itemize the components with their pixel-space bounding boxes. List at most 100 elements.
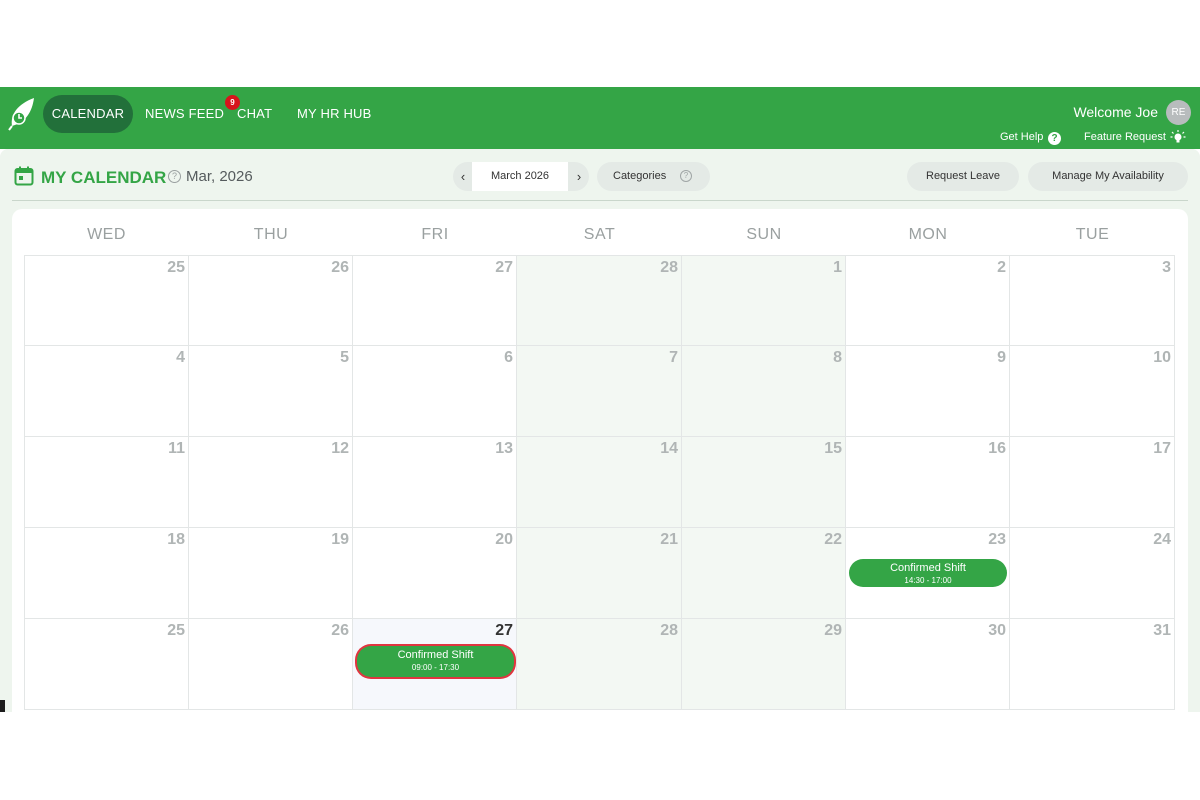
shift-event[interactable]: Confirmed Shift 14:30 - 17:00 [849,559,1007,587]
calendar-day-cell[interactable]: 25 [24,255,189,346]
calendar-day-cell[interactable]: 12 [189,437,353,528]
day-number: 18 [167,531,185,548]
divider [12,200,1188,201]
day-number: 8 [833,349,842,366]
calendar-day-cell[interactable]: 11 [24,437,189,528]
calendar-day-cell[interactable]: 7 [517,346,682,437]
day-number: 22 [824,531,842,548]
day-number: 25 [167,622,185,639]
month-selector[interactable]: March 2026 [472,162,568,191]
day-number: 3 [1162,259,1171,276]
page-title: MY CALENDAR [41,168,167,187]
day-number: 28 [660,622,678,639]
day-number: 15 [824,440,842,457]
calendar-day-cell[interactable]: 22 [682,528,846,619]
calendar-day-cell[interactable]: 8 [682,346,846,437]
prev-month-button[interactable]: ‹ [454,162,472,191]
day-number: 11 [168,440,185,457]
lightbulb-icon[interactable] [1170,129,1186,145]
day-number: 20 [495,531,513,548]
day-number: 13 [495,440,513,457]
edge-strip [0,700,5,712]
nav-news-feed[interactable]: NEWS FEED [145,95,224,133]
month-navigator: ‹ March 2026 › [453,162,589,191]
calendar-day-cell[interactable]: 24 [1010,528,1175,619]
day-number: 9 [997,349,1006,366]
calendar-day-cell[interactable]: 18 [24,528,189,619]
nav-calendar[interactable]: CALENDAR [43,95,133,133]
day-number: 28 [660,259,678,276]
day-number: 2 [997,259,1006,276]
day-number: 26 [331,259,349,276]
calendar-day-cell[interactable]: 1 [682,255,846,346]
weekday-header: SUN [746,226,782,243]
calendar-day-cell[interactable]: 27 [353,255,517,346]
day-number: 29 [824,622,842,639]
calendar-day-cell[interactable]: 29 [682,619,846,710]
day-number: 27 [495,622,513,639]
request-leave-button[interactable]: Request Leave [907,162,1019,191]
calendar-day-cell[interactable]: 16 [846,437,1010,528]
shift-title: Confirmed Shift [890,562,966,574]
calendar-day-cell[interactable]: 9 [846,346,1010,437]
calendar-day-cell[interactable]: 13 [353,437,517,528]
day-number: 24 [1153,531,1171,548]
calendar-day-cell[interactable]: 23 Confirmed Shift 14:30 - 17:00 [846,528,1010,619]
day-number: 14 [660,440,678,457]
weekday-header: FRI [421,226,449,243]
calendar-day-cell[interactable]: 21 [517,528,682,619]
user-avatar[interactable]: RE [1166,100,1191,125]
calendar-day-cell[interactable]: 19 [189,528,353,619]
calendar-day-cell[interactable]: 4 [24,346,189,437]
nav-my-hr-hub[interactable]: MY HR HUB [297,95,372,133]
calendar-day-cell[interactable]: 15 [682,437,846,528]
calendar-day-cell[interactable]: 14 [517,437,682,528]
calendar-day-cell[interactable]: 20 [353,528,517,619]
shift-time: 09:00 - 17:30 [411,663,460,672]
calendar-day-cell[interactable]: 26 [189,255,353,346]
weekday-header: MON [908,226,948,243]
shift-title: Confirmed Shift [397,649,474,661]
calendar-day-cell[interactable]: 28 [517,255,682,346]
day-number: 23 [988,531,1006,548]
calendar-day-cell[interactable]: 30 [846,619,1010,710]
day-number: 4 [176,349,185,366]
categories-button[interactable]: Categories ? [597,162,710,191]
shift-event[interactable]: Confirmed Shift 09:00 - 17:30 [357,646,514,677]
day-number: 25 [167,259,185,276]
day-number: 19 [331,531,349,548]
calendar-day-cell[interactable]: 3 [1010,255,1175,346]
calendar-day-cell[interactable]: 25 [24,619,189,710]
current-month-label: Mar, 2026 [186,168,253,185]
weekday-header: THU [253,226,289,243]
app-logo-icon[interactable] [8,96,36,132]
day-number: 1 [833,259,842,276]
calendar-day-cell[interactable]: 5 [189,346,353,437]
calendar-day-cell[interactable]: 31 [1010,619,1175,710]
question-icon[interactable]: ? [168,170,181,183]
calendar-panel: MY CALENDAR ? Mar, 2026 ‹ March 2026 › C… [0,149,1200,712]
feature-request-link[interactable]: Feature Request [1084,131,1166,143]
day-number: 7 [669,349,678,366]
calendar-day-cell[interactable]: 2 [846,255,1010,346]
calendar-day-cell[interactable]: 28 [517,619,682,710]
day-number: 30 [988,622,1006,639]
chat-unread-badge: 9 [225,95,240,110]
help-icon[interactable]: ? [1048,132,1061,145]
calendar-grid: WED THU FRI SAT SUN MON TUE 25 26 27 28 1 2 3 4 5 6 7 8 9 10… [12,209,1188,712]
calendar-icon [14,166,34,186]
get-help-link[interactable]: Get Help [1000,131,1043,143]
day-number: 26 [331,622,349,639]
day-number: 16 [988,440,1006,457]
calendar-day-cell[interactable]: 27 Confirmed Shift 09:00 - 17:30 [353,619,517,710]
welcome-text: Welcome Joe [1073,104,1158,120]
calendar-day-cell[interactable]: 10 [1010,346,1175,437]
nav-chat[interactable]: CHAT [237,95,272,133]
calendar-day-cell[interactable]: 26 [189,619,353,710]
day-number: 5 [340,349,349,366]
calendar-day-cell[interactable]: 17 [1010,437,1175,528]
next-month-button[interactable]: › [570,162,588,191]
manage-availability-button[interactable]: Manage My Availability [1028,162,1188,191]
question-icon: ? [680,170,692,182]
calendar-day-cell[interactable]: 6 [353,346,517,437]
